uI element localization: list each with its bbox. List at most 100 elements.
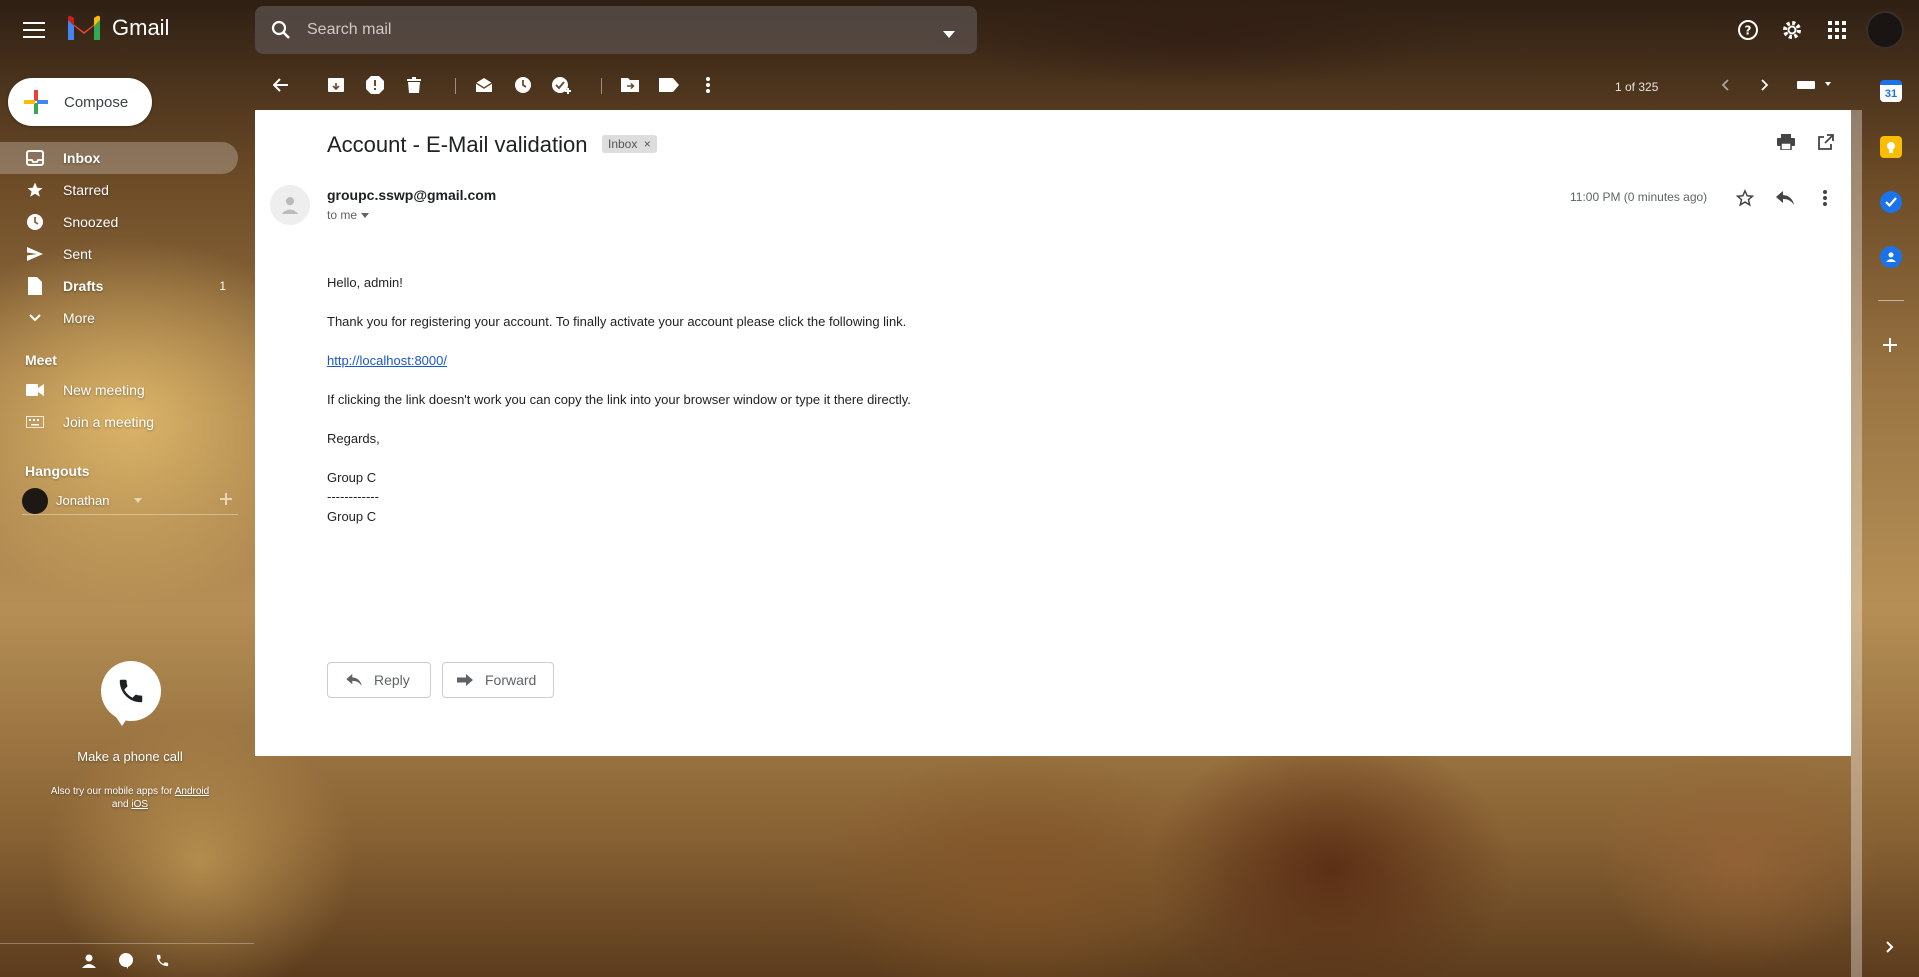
- hangouts-chat-icon[interactable]: [118, 953, 134, 974]
- delete-trash-icon[interactable]: [401, 72, 427, 98]
- more-options-vertical-icon[interactable]: [695, 72, 721, 98]
- keyboard-icon: [25, 412, 45, 432]
- search-icon[interactable]: [271, 20, 291, 40]
- forward-label: Forward: [485, 672, 537, 688]
- gmail-logo[interactable]: Gmail: [66, 14, 169, 42]
- get-addons-plus-icon[interactable]: [1883, 338, 1897, 357]
- keep-bulb-icon[interactable]: [1880, 136, 1902, 158]
- body-signature-separator: ------------: [327, 489, 379, 504]
- open-in-new-window-icon[interactable]: [1818, 134, 1834, 155]
- hangouts-status-dropdown-icon[interactable]: [133, 498, 142, 503]
- search-options-dropdown-icon[interactable]: [943, 26, 955, 44]
- newer-chevron-left-icon[interactable]: [1712, 72, 1738, 98]
- inbox-icon: [25, 148, 45, 168]
- remove-label-icon[interactable]: ×: [644, 137, 651, 151]
- main-menu-icon[interactable]: [18, 14, 50, 46]
- snooze-clock-icon[interactable]: [510, 72, 536, 98]
- phone-call-tab-icon[interactable]: [155, 953, 170, 973]
- sidebar-item-label: Inbox: [63, 150, 101, 166]
- report-spam-icon[interactable]: [362, 72, 388, 98]
- body-greeting: Hello, admin!: [327, 275, 403, 290]
- hangouts-user-name: Jonathan: [56, 493, 110, 508]
- hangouts-user-row[interactable]: Jonathan: [22, 487, 238, 515]
- gmail-logo-icon: [68, 15, 100, 40]
- activation-link[interactable]: http://localhost:8000/: [327, 353, 447, 368]
- email-subject: Account - E-Mail validation: [327, 132, 588, 157]
- sidebar-item-label: Starred: [63, 182, 109, 198]
- make-phone-call-label: Make a phone call: [77, 749, 183, 764]
- sidebar-item-drafts[interactable]: Drafts 1: [0, 270, 238, 302]
- print-icon[interactable]: [1777, 134, 1795, 155]
- default-person-icon: [281, 197, 299, 214]
- draft-document-icon: [25, 276, 45, 296]
- tasks-check-icon[interactable]: [1880, 191, 1902, 213]
- reply-button[interactable]: Reply: [327, 662, 431, 698]
- body-line-2: If clicking the link doesn't work you ca…: [327, 392, 911, 407]
- sidebar-item-inbox[interactable]: Inbox: [0, 142, 238, 174]
- sidebar-item-starred[interactable]: Starred: [0, 174, 238, 206]
- toolbar-separator: [601, 78, 602, 94]
- google-apps-grid-icon[interactable]: [1819, 12, 1855, 48]
- join-meeting-button[interactable]: Join a meeting: [0, 406, 238, 438]
- label-tag-icon[interactable]: [656, 72, 682, 98]
- calendar-day: 31: [1884, 87, 1898, 100]
- meet-section-title: Meet: [25, 352, 57, 368]
- search-bar[interactable]: [255, 6, 977, 54]
- sidebar-item-more[interactable]: More: [0, 302, 238, 334]
- forward-icon: [457, 674, 473, 686]
- archive-icon[interactable]: [323, 72, 349, 98]
- sidebar-item-snoozed[interactable]: Snoozed: [0, 206, 238, 238]
- toolbar-separator: [455, 78, 456, 94]
- join-meeting-label: Join a meeting: [63, 414, 155, 430]
- add-to-tasks-icon[interactable]: [549, 72, 575, 98]
- email-view: Account - E-Mail validation Inbox × grou…: [255, 110, 1851, 756]
- message-toolbar: [255, 60, 1850, 110]
- sender-avatar[interactable]: [270, 185, 310, 225]
- mark-unread-icon[interactable]: [471, 72, 497, 98]
- body-regards: Regards,: [327, 431, 380, 446]
- phone-icon: [119, 679, 143, 703]
- rail-divider: [1878, 300, 1904, 301]
- body-signature-2: Group C: [327, 509, 377, 524]
- ios-link[interactable]: iOS: [131, 799, 148, 810]
- search-input[interactable]: [307, 21, 907, 39]
- video-camera-icon: [25, 380, 45, 400]
- contacts-person-icon[interactable]: [82, 954, 96, 973]
- calendar-icon[interactable]: 31: [1880, 80, 1902, 102]
- body-link-row: http://localhost:8000/: [327, 353, 447, 368]
- body-line-1: Thank you for registering your account. …: [327, 314, 907, 329]
- email-scrollbar[interactable]: [1851, 110, 1862, 977]
- back-arrow-icon[interactable]: [268, 72, 294, 98]
- android-link[interactable]: Android: [175, 786, 209, 797]
- older-chevron-right-icon[interactable]: [1752, 72, 1778, 98]
- input-tools-keyboard-icon[interactable]: [1793, 72, 1837, 98]
- new-conversation-plus-icon[interactable]: [220, 493, 232, 505]
- sidebar-item-label: Sent: [63, 246, 92, 262]
- star-icon: [25, 180, 45, 200]
- send-icon: [25, 244, 45, 264]
- inbox-label-chip[interactable]: Inbox ×: [602, 135, 657, 153]
- drafts-count: 1: [219, 279, 226, 293]
- new-meeting-button[interactable]: New meeting: [0, 374, 238, 406]
- make-phone-call-button[interactable]: [101, 661, 161, 721]
- contacts-icon[interactable]: [1880, 246, 1902, 268]
- recipient-dropdown-icon: [361, 212, 370, 218]
- more-message-options-icon[interactable]: [1813, 186, 1837, 210]
- settings-gear-icon[interactable]: [1774, 12, 1810, 48]
- mobile-apps-text: Also try our mobile apps for Android and…: [0, 785, 260, 811]
- hangouts-section-title: Hangouts: [25, 463, 90, 479]
- forward-button[interactable]: Forward: [442, 662, 554, 698]
- compose-button[interactable]: Compose: [8, 78, 152, 126]
- sender-email[interactable]: groupc.sswp@gmail.com: [327, 187, 496, 203]
- sidebar-item-sent[interactable]: Sent: [0, 238, 238, 270]
- reply-arrow-icon[interactable]: [1773, 186, 1797, 210]
- recipient-details[interactable]: to me: [327, 208, 370, 222]
- move-to-folder-icon[interactable]: [617, 72, 643, 98]
- hangouts-user-avatar: [22, 487, 48, 514]
- new-meeting-label: New meeting: [63, 382, 145, 398]
- expand-side-panel-chevron-icon[interactable]: [1886, 940, 1894, 958]
- star-outline-icon[interactable]: [1733, 186, 1757, 210]
- body-signature-1: Group C: [327, 470, 377, 485]
- help-icon[interactable]: ?: [1730, 12, 1766, 48]
- account-avatar[interactable]: [1866, 11, 1904, 49]
